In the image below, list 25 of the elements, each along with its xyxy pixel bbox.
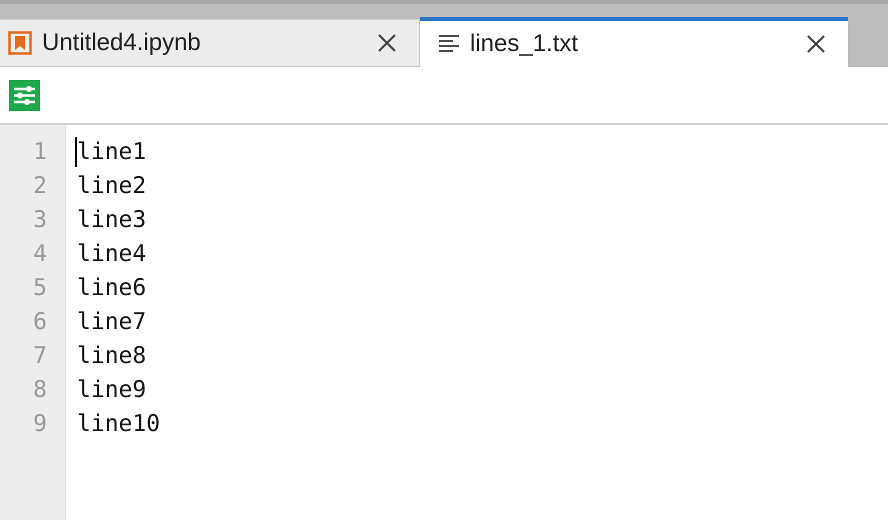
code-line: line4 [76,240,146,269]
tab[interactable]: lines_1.txt [420,17,848,67]
bookmark-icon [8,31,32,55]
code-line: line10 [76,410,160,439]
line-number: 1 [32,138,48,167]
code-line: line1 [75,137,146,167]
close-icon[interactable] [806,34,826,54]
settings-sliders-icon[interactable] [9,80,40,110]
line-number: 3 [32,206,48,235]
line-number: 7 [32,342,48,371]
line-number: 8 [32,376,48,405]
tab[interactable]: Untitled4.ipynb [0,19,420,67]
code-line: line6 [76,274,146,303]
code-line: line9 [76,376,146,405]
code-line: line2 [76,172,146,201]
line-number: 4 [32,240,48,269]
text-lines-icon [438,33,460,55]
line-number: 9 [32,410,48,439]
code-line: line3 [76,206,146,235]
code-line: line7 [76,308,146,337]
close-icon[interactable] [377,33,397,53]
line-number: 6 [32,308,48,337]
line-number: 2 [32,172,48,201]
line-number: 5 [32,274,48,303]
code-line: line8 [76,342,146,371]
